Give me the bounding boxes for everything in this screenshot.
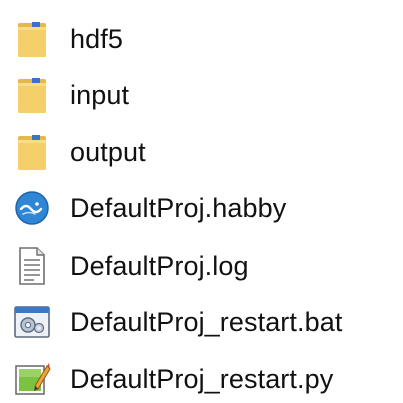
file-list: hdf5 input output DefaultProj.habby Defa… xyxy=(10,0,400,396)
habby-file-icon xyxy=(10,186,54,230)
batch-file-icon xyxy=(10,300,54,344)
file-row-input[interactable]: input xyxy=(10,71,398,119)
file-row-hdf5[interactable]: hdf5 xyxy=(10,15,398,63)
file-row-defaultproj-restart-bat[interactable]: DefaultProj_restart.bat xyxy=(10,298,398,346)
file-name: DefaultProj.habby xyxy=(70,192,287,223)
text-document-icon xyxy=(10,244,54,288)
folder-icon xyxy=(10,17,54,61)
file-name: DefaultProj_restart.bat xyxy=(70,306,343,337)
file-name: hdf5 xyxy=(70,23,123,54)
file-row-defaultproj-log[interactable]: DefaultProj.log xyxy=(10,242,398,290)
file-row-defaultproj-habby[interactable]: DefaultProj.habby xyxy=(10,184,398,232)
python-script-icon xyxy=(10,357,54,401)
file-name: input xyxy=(70,79,130,110)
file-name: DefaultProj_restart.py xyxy=(70,363,334,394)
folder-icon xyxy=(10,73,54,117)
file-row-output[interactable]: output xyxy=(10,128,398,176)
file-name: output xyxy=(70,136,146,167)
folder-icon xyxy=(10,130,54,174)
file-name: DefaultProj.log xyxy=(70,250,249,281)
